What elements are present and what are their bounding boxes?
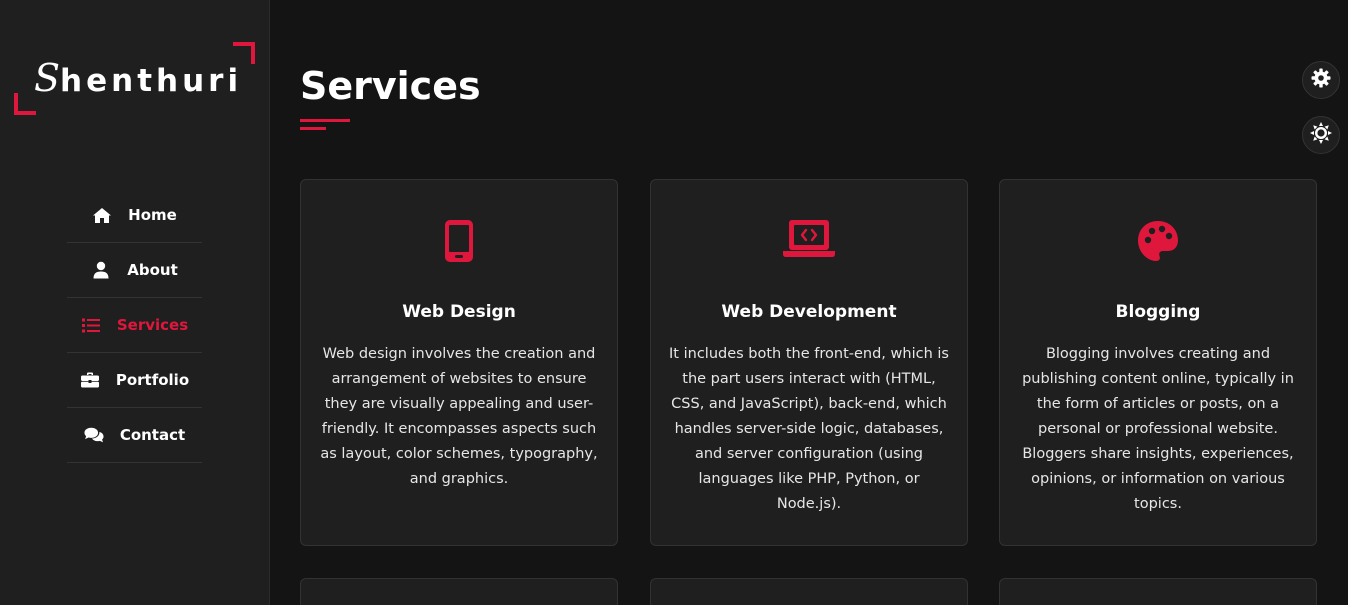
sidebar-item-home[interactable]: Home [67,188,202,243]
briefcase-icon [80,371,100,389]
sidebar-item-label: Services [116,316,189,334]
home-icon [92,206,112,224]
sidebar-item-label: Portfolio [115,371,190,389]
card-description: Blogging involves creating and publishin… [1022,346,1294,512]
logo-text: Shenthuri [34,56,242,100]
card-title: Web Development [721,302,897,322]
sidebar-item-label: About [127,261,178,279]
sidebar-item-services[interactable]: Services [67,298,202,353]
main-content: Services Web Design Web design involves … [270,0,1348,605]
gear-icon [1311,68,1331,92]
page-title: Services [300,64,481,108]
theme-toggle-button[interactable] [1302,116,1340,154]
card-title: Web Design [402,302,516,322]
logo-corner-bottom-left [14,93,36,115]
logo-initial: S [34,56,61,100]
logo[interactable]: Shenthuri [14,42,255,115]
settings-button[interactable] [1302,61,1340,99]
service-card-web-development: Web Development It includes both the fro… [650,179,968,546]
card-title: Blogging [1115,302,1201,322]
sidebar: Shenthuri Home About Services Portfolio … [0,0,270,605]
list-icon [81,316,101,334]
sidebar-item-portfolio[interactable]: Portfolio [67,353,202,408]
mobile-icon [301,220,617,262]
service-card [300,578,618,605]
page: Shenthuri Home About Services Portfolio … [0,0,1348,605]
title-underline-short [300,127,326,130]
sun-icon [1310,122,1332,148]
logo-rest: henthuri [60,63,243,99]
sidebar-nav: Home About Services Portfolio Contact [67,188,202,463]
title-underline [300,119,350,122]
laptop-code-icon [651,220,967,262]
comments-icon [84,426,104,444]
card-description: Web design involves the creation and arr… [320,346,598,487]
service-card-web-design: Web Design Web design involves the creat… [300,179,618,546]
service-card [650,578,968,605]
sidebar-item-label: Contact [119,426,186,444]
service-card-blogging: Blogging Blogging involves creating and … [999,179,1317,546]
user-icon [91,261,111,279]
card-description: It includes both the front-end, which is… [669,346,949,512]
sidebar-item-label: Home [128,206,177,224]
sidebar-item-about[interactable]: About [67,243,202,298]
sidebar-item-contact[interactable]: Contact [67,408,202,463]
service-card [999,578,1317,605]
palette-icon [1000,220,1316,262]
